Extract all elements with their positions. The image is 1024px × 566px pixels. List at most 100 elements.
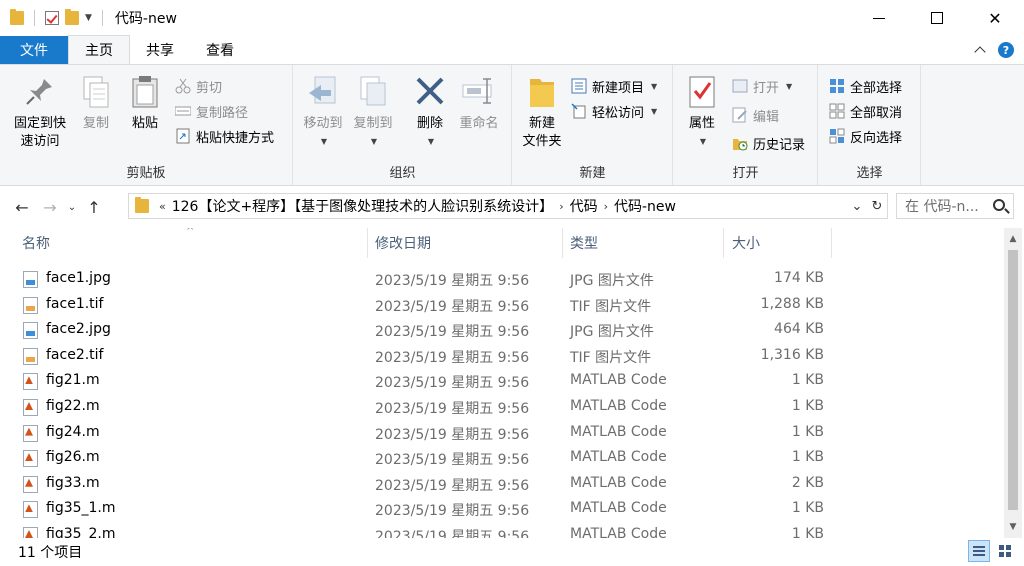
address-bar[interactable]: « 126【论文+程序】【基于图像处理技术的人脸识别系统设计】 › 代码 › 代… [128,193,888,219]
minimize-button[interactable] [850,0,908,36]
properties-icon[interactable] [45,11,59,25]
edit-button[interactable]: 编辑 [732,104,779,126]
file-size: 464 KB [774,321,824,338]
navigation-bar: ← → ⌄ ↑ « 126【论文+程序】【基于图像处理技术的人脸识别系统设计】 … [0,192,1024,222]
file-row[interactable]: fig26.m 2023/5/19 星期五 9:56 MATLAB Code 1 KB [0,445,1004,471]
recent-locations-button[interactable]: ⌄ [64,193,80,221]
file-name: face1.tif [46,295,104,312]
new-folder-button[interactable]: 新建 文件夹 [517,73,567,151]
file-name: face2.tif [46,346,104,363]
open-button[interactable]: 打开 ▼ [732,75,792,97]
quick-access-toolbar: ▼ [0,0,107,36]
minimize-icon [873,17,885,19]
file-row[interactable]: fig35_1.m 2023/5/19 星期五 9:56 MATLAB Code 1 … [0,496,1004,522]
breadcrumb-separator-icon[interactable]: › [559,200,563,213]
tab-view[interactable]: 查看 [190,36,250,64]
file-row[interactable]: fig21.m 2023/5/19 星期五 9:56 MATLAB Code 1 KB [0,368,1004,394]
paste-shortcut-icon [175,128,191,144]
select-all-label: 全部选择 [850,80,903,96]
breadcrumb-project[interactable]: 126【论文+程序】【基于图像处理技术的人脸识别系统设计】 [172,196,553,216]
new-folder-icon[interactable] [65,9,79,25]
address-dropdown-icon[interactable]: ⌄ [847,199,867,214]
new-folder-label-2: 文件夹 [522,134,562,149]
copy-icon [78,73,114,111]
file-row[interactable]: face1.tif 2023/5/19 星期五 9:56 TIF 图片文件 1,288… [0,292,1004,318]
file-type: MATLAB Code [570,423,667,440]
cut-button[interactable]: 剪切 [175,75,222,97]
file-list: 名称 ^ 修改日期 类型 大小 face1.jpg 2023/5/19 星期五 9… [0,228,1004,538]
copy-button[interactable]: 复制 [76,73,116,133]
open-group-label: 打开 [732,166,759,181]
new-folder-icon [524,73,560,111]
breadcrumb-separator-icon[interactable]: › [604,200,608,213]
history-button[interactable]: 历史记录 [732,132,805,154]
file-name: fig33.m [46,474,100,491]
file-size: 1,316 KB [760,346,824,363]
history-label: 历史记录 [753,137,806,153]
matlab-file-icon [23,398,38,416]
forward-button[interactable]: → [36,193,64,221]
file-name: fig35_2.m [46,525,116,538]
paste-button[interactable]: 粘贴 [124,73,166,133]
file-row[interactable]: fig35_2.m 2023/5/19 星期五 9:56 MATLAB Code 1 … [0,522,1004,538]
back-button[interactable]: ← [8,193,36,221]
organize-group-label: 组织 [389,166,416,181]
open-label: 打开 [753,80,780,96]
copy-path-button[interactable]: 复制路径 [174,100,248,122]
select-all-button[interactable]: 全部选择 [829,75,902,97]
copy-path-icon [174,103,192,119]
rename-button[interactable]: 重命名 [454,73,504,133]
close-button[interactable]: ✕ [966,0,1024,36]
column-header-date[interactable]: 修改日期 [353,228,563,258]
up-button[interactable]: ↑ [80,193,108,221]
tab-share[interactable]: 共享 [130,36,190,64]
tab-file[interactable]: 文件 [0,36,68,64]
file-row[interactable]: fig24.m 2023/5/19 星期五 9:56 MATLAB Code 1 KB [0,420,1004,446]
breadcrumb-overflow[interactable]: « [159,200,166,213]
column-header-size[interactable]: 大小 [710,228,832,258]
pin-quick-access-button[interactable]: 固定到快 速访问 [6,73,74,151]
easy-access-button[interactable]: 轻松访问 ▼ [571,100,657,122]
invert-selection-button[interactable]: 反向选择 [829,125,902,147]
large-icons-view-button[interactable] [994,540,1016,562]
scroll-up-icon[interactable]: ▲ [1004,230,1022,248]
clipboard-group-label: 剪贴板 [126,166,166,181]
collapse-ribbon-icon[interactable] [974,46,986,58]
file-date: 2023/5/19 星期五 9:56 [375,477,530,494]
vertical-scrollbar[interactable]: ▲ ▼ [1004,228,1022,538]
file-row[interactable]: fig22.m 2023/5/19 星期五 9:56 MATLAB Code 1 KB [0,394,1004,420]
file-date: 2023/5/19 星期五 9:56 [375,298,530,315]
move-to-button[interactable]: 移动到 ▼ [300,73,346,151]
new-item-button[interactable]: 新建项目 ▼ [571,75,657,97]
file-date: 2023/5/19 星期五 9:56 [375,324,530,341]
tab-home[interactable]: 主页 [68,35,130,64]
file-name: fig35_1.m [46,500,116,517]
easy-access-dropdown-icon: ▼ [651,106,658,116]
scroll-down-icon[interactable]: ▼ [1004,518,1022,536]
qat-dropdown-icon[interactable]: ▼ [85,13,92,23]
delete-button[interactable]: 删除 ▼ [410,73,450,151]
paste-shortcut-button[interactable]: 粘贴快捷方式 [175,125,274,147]
scrollbar-thumb[interactable] [1008,250,1018,510]
file-name: face2.jpg [46,321,111,338]
search-input[interactable]: 在 代码-n... [896,193,1014,219]
details-view-button[interactable] [968,540,990,562]
refresh-icon[interactable]: ↻ [867,199,887,214]
folder-icon [10,9,24,25]
breadcrumb-code[interactable]: 代码 [570,196,598,216]
file-row[interactable]: face2.jpg 2023/5/19 星期五 9:56 JPG 图片文件 464 K… [0,317,1004,343]
column-header-type[interactable]: 类型 [548,228,724,258]
select-group: 全部选择 全部取消 反向选择 选择 [819,65,921,185]
maximize-button[interactable] [908,0,966,36]
help-icon[interactable]: ? [998,42,1014,58]
file-row[interactable]: face1.jpg 2023/5/19 星期五 9:56 JPG 图片文件 174 K… [0,266,1004,292]
file-row[interactable]: face2.tif 2023/5/19 星期五 9:56 TIF 图片文件 1,316… [0,343,1004,369]
breadcrumb-code-new[interactable]: 代码-new [614,196,676,216]
edit-icon [732,107,748,123]
select-none-button[interactable]: 全部取消 [829,100,902,122]
properties-button[interactable]: 属性 ▼ [682,73,722,151]
column-header-name[interactable]: 名称 ^ [0,228,368,258]
chevron-down-icon: ⌄ [67,201,77,213]
file-row[interactable]: fig33.m 2023/5/19 星期五 9:56 MATLAB Code 2 KB [0,471,1004,497]
copy-to-button[interactable]: 复制到 ▼ [350,73,396,151]
